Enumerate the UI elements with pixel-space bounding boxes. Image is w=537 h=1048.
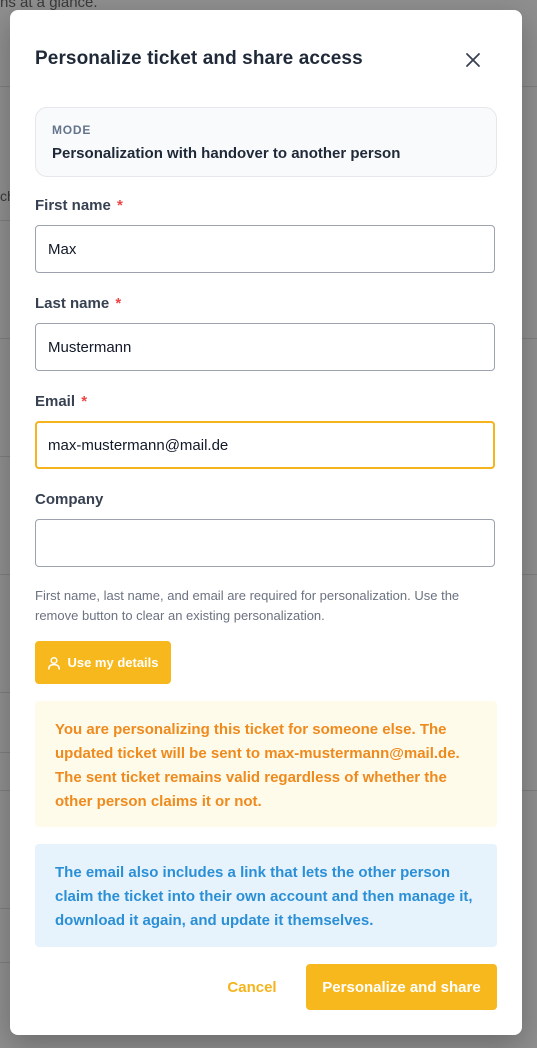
claim-info: The email also includes a link that lets… <box>35 844 497 947</box>
last-name-label: Last name * <box>35 295 121 312</box>
required-marker: * <box>117 197 123 214</box>
background-divider <box>0 752 10 753</box>
cancel-button[interactable]: Cancel <box>217 964 287 1010</box>
first-name-label-text: First name <box>35 197 111 214</box>
required-marker: * <box>81 393 88 410</box>
email-input[interactable] <box>35 421 495 469</box>
first-name-input[interactable] <box>35 225 495 273</box>
dialog-title: Personalize ticket and share access <box>35 48 363 69</box>
mode-panel: MODE Personalization with handover to an… <box>35 107 497 177</box>
mode-value: Personalization with handover to another… <box>52 145 401 162</box>
handover-warning: You are personalizing this ticket for so… <box>35 701 497 827</box>
background-divider <box>0 220 10 221</box>
company-input[interactable] <box>35 519 495 567</box>
close-icon <box>466 53 480 67</box>
company-label-text: Company <box>35 491 104 508</box>
last-name-input[interactable] <box>35 323 495 371</box>
background-divider <box>521 338 537 339</box>
close-button[interactable] <box>459 46 487 74</box>
background-divider <box>0 692 10 693</box>
background-divider <box>0 456 10 457</box>
background-divider <box>521 790 537 791</box>
mode-label: MODE <box>52 123 92 137</box>
background-divider <box>0 86 10 87</box>
first-name-label: First name * <box>35 197 123 214</box>
personalize-and-share-button[interactable]: Personalize and share <box>306 964 497 1010</box>
background-divider <box>0 908 10 909</box>
email-label-text: Email <box>35 393 76 410</box>
background-divider <box>521 86 537 87</box>
email-label: Email * <box>35 393 87 410</box>
background-divider <box>0 790 10 791</box>
helper-text: First name, last name, and email are req… <box>35 588 460 623</box>
background-divider <box>521 574 537 575</box>
required-marker: * <box>115 295 122 312</box>
use-my-details-button[interactable]: Use my details <box>35 641 171 684</box>
background-divider <box>0 574 10 575</box>
use-my-details-label: Use my details <box>67 655 159 670</box>
user-icon <box>48 656 61 670</box>
personalize-dialog: Personalize ticket and share access MODE… <box>10 10 522 1035</box>
last-name-label-text: Last name <box>35 295 110 312</box>
company-label: Company <box>35 491 103 508</box>
background-divider <box>0 338 10 339</box>
background-divider <box>0 962 10 963</box>
